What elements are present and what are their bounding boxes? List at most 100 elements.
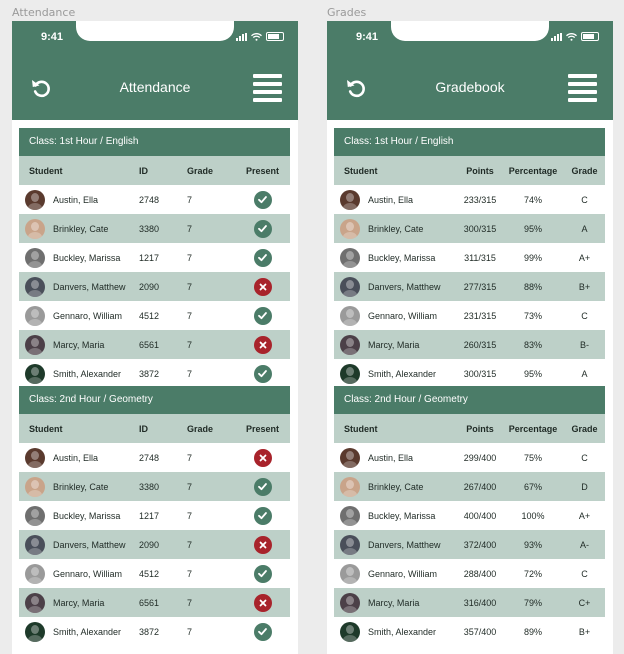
table-row[interactable]: Austin, Ella 233/315 74% C xyxy=(334,185,605,214)
percentage: 67% xyxy=(523,481,542,492)
present-status[interactable] xyxy=(235,364,290,383)
student-grade-level: 7 xyxy=(187,194,193,205)
x-icon xyxy=(253,535,272,554)
student-cell: Smith, Alexander xyxy=(19,363,139,384)
table-row[interactable]: Marcy, Maria 6561 7 xyxy=(19,330,290,359)
student-grade-level: 7 xyxy=(187,568,193,579)
x-icon xyxy=(253,593,272,612)
table-row[interactable]: Danvers, Matthew 277/315 88% B+ xyxy=(334,272,605,301)
column-header-row: Student Points Percentage Grade xyxy=(334,156,605,185)
points: 288/400 xyxy=(463,568,497,579)
table-row[interactable]: Gennaro, William 4512 7 xyxy=(19,559,290,588)
present-status[interactable] xyxy=(235,564,290,583)
table-row[interactable]: Buckley, Marissa 1217 7 xyxy=(19,243,290,272)
table-row[interactable]: Brinkley, Cate 300/315 95% A xyxy=(334,214,605,243)
points: 231/315 xyxy=(463,310,497,321)
column-header: Student xyxy=(344,165,378,176)
student-grade-level: 7 xyxy=(187,452,193,463)
student-name: Danvers, Matthew xyxy=(368,281,441,292)
table-row[interactable]: Buckley, Marissa 400/400 100% A+ xyxy=(334,501,605,530)
check-icon xyxy=(253,364,272,383)
x-icon xyxy=(253,448,272,467)
avatar xyxy=(340,505,360,526)
student-cell: Brinkley, Cate xyxy=(19,476,139,497)
table-row[interactable]: Smith, Alexander 300/315 95% A xyxy=(334,359,605,388)
table-row[interactable]: Smith, Alexander 357/400 89% B+ xyxy=(334,617,605,646)
student-id: 2748 xyxy=(139,452,160,463)
letter-grade: A xyxy=(581,368,588,379)
table-row[interactable]: Danvers, Matthew 2090 7 xyxy=(19,530,290,559)
present-status[interactable] xyxy=(235,190,290,209)
menu-icon[interactable] xyxy=(568,74,597,102)
table-row[interactable]: Buckley, Marissa 1217 7 xyxy=(19,501,290,530)
student-name: Austin, Ella xyxy=(53,194,99,205)
column-header: Grade xyxy=(571,423,598,434)
percentage: 95% xyxy=(523,223,542,234)
letter-grade: A xyxy=(581,223,588,234)
present-status[interactable] xyxy=(235,219,290,238)
student-name: Gennaro, William xyxy=(53,310,123,321)
student-cell: Danvers, Matthew xyxy=(334,534,458,555)
table-row[interactable]: Marcy, Maria 6561 7 xyxy=(19,588,290,617)
menu-icon[interactable] xyxy=(253,74,282,102)
column-header: Student xyxy=(29,423,63,434)
present-status[interactable] xyxy=(235,622,290,641)
table-row[interactable]: Marcy, Maria 316/400 79% C+ xyxy=(334,588,605,617)
student-grade-level: 7 xyxy=(187,510,193,521)
percentage: 99% xyxy=(523,252,542,263)
present-status[interactable] xyxy=(235,335,290,354)
table-row[interactable]: Austin, Ella 2748 7 xyxy=(19,185,290,214)
table-row[interactable]: Danvers, Matthew 2090 7 xyxy=(19,272,290,301)
student-name: Buckley, Marissa xyxy=(53,510,121,521)
table-row[interactable]: Gennaro, William 4512 7 xyxy=(19,301,290,330)
table-row[interactable]: Gennaro, William 288/400 72% C xyxy=(334,559,605,588)
table-row[interactable]: Danvers, Matthew 372/400 93% A- xyxy=(334,530,605,559)
table-row[interactable]: Brinkley, Cate 267/400 67% D xyxy=(334,472,605,501)
present-status[interactable] xyxy=(235,477,290,496)
table-row[interactable]: Buckley, Marissa 311/315 99% A+ xyxy=(334,243,605,272)
student-cell: Austin, Ella xyxy=(334,189,458,210)
column-header: Grade xyxy=(571,165,598,176)
present-status[interactable] xyxy=(235,277,290,296)
student-cell: Marcy, Maria xyxy=(19,334,139,355)
table-row[interactable]: Brinkley, Cate 3380 7 xyxy=(19,214,290,243)
class-header: Class: 1st Hour / English xyxy=(334,128,605,156)
table-row[interactable]: Marcy, Maria 260/315 83% B- xyxy=(334,330,605,359)
column-header: Points xyxy=(466,165,494,176)
percentage: 72% xyxy=(523,568,542,579)
wifi-icon xyxy=(251,32,262,41)
table-row[interactable]: Brinkley, Cate 3380 7 xyxy=(19,472,290,501)
avatar xyxy=(340,621,360,642)
student-name: Marcy, Maria xyxy=(53,597,105,608)
notch xyxy=(76,21,234,41)
present-status[interactable] xyxy=(235,448,290,467)
student-grade-level: 7 xyxy=(187,281,193,292)
student-id: 4512 xyxy=(139,568,160,579)
student-cell: Danvers, Matthew xyxy=(19,276,139,297)
table-row[interactable]: Smith, Alexander 3872 7 xyxy=(19,617,290,646)
table-row[interactable]: Gennaro, William 231/315 73% C xyxy=(334,301,605,330)
student-cell: Brinkley, Cate xyxy=(334,218,458,239)
table-row[interactable]: Austin, Ella 2748 7 xyxy=(19,443,290,472)
student-id: 4512 xyxy=(139,310,160,321)
present-status[interactable] xyxy=(235,248,290,267)
avatar xyxy=(340,334,360,355)
status-time: 9:41 xyxy=(356,31,379,43)
present-status[interactable] xyxy=(235,593,290,612)
present-status[interactable] xyxy=(235,535,290,554)
student-id: 3872 xyxy=(139,626,160,637)
class-section: Class: 2nd Hour / Geometry Student ID Grade… xyxy=(19,386,290,646)
percentage: 95% xyxy=(523,368,542,379)
table-row[interactable]: Austin, Ella 299/400 75% C xyxy=(334,443,605,472)
avatar xyxy=(25,189,45,210)
student-name: Marcy, Maria xyxy=(368,597,420,608)
present-status[interactable] xyxy=(235,506,290,525)
avatar xyxy=(340,218,360,239)
avatar xyxy=(25,334,45,355)
student-cell: Marcy, Maria xyxy=(334,592,458,613)
present-status[interactable] xyxy=(235,306,290,325)
student-name: Brinkley, Cate xyxy=(368,223,424,234)
table-row[interactable]: Smith, Alexander 3872 7 xyxy=(19,359,290,388)
points: 300/315 xyxy=(463,368,497,379)
student-name: Austin, Ella xyxy=(368,452,414,463)
